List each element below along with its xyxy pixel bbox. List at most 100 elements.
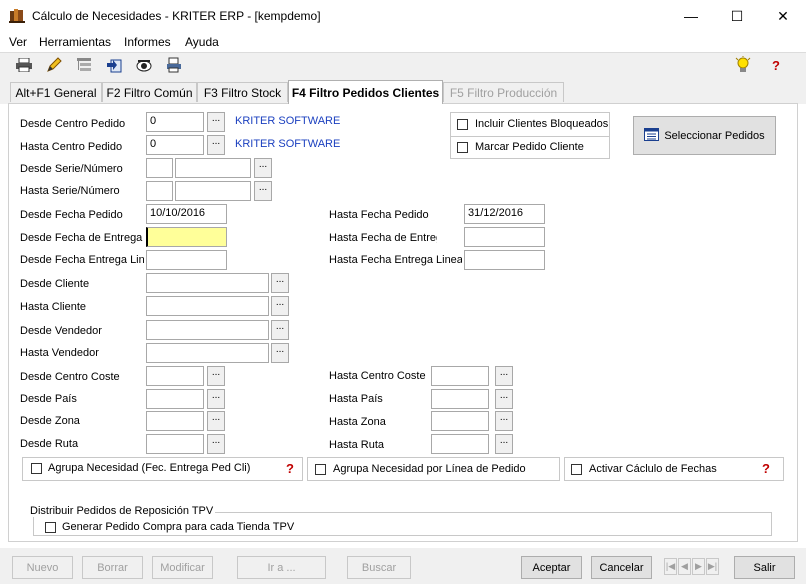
input-desde-fecha-pedido[interactable]: 10/10/2016 — [146, 204, 227, 224]
label-agrupa-linea: Agrupa Necesidad por Línea de Pedido — [333, 463, 526, 475]
view-icon[interactable] — [135, 56, 153, 74]
lookup-hasta-centro-coste[interactable]: ... — [495, 366, 513, 386]
tab-filtro-pedidos-clientes[interactable]: F4 Filtro Pedidos Clientes — [288, 80, 443, 104]
input-hasta-ruta[interactable] — [431, 434, 489, 454]
help-icon[interactable]: ? — [767, 56, 785, 74]
menu-herramientas[interactable]: Herramientas — [39, 35, 111, 49]
lookup-desde-vendedor[interactable]: ... — [271, 320, 289, 340]
label-desde-vendedor: Desde Vendedor — [20, 325, 102, 337]
help-icon-activar-calculo[interactable]: ? — [762, 461, 770, 476]
input-hasta-fecha-entrega[interactable] — [464, 227, 545, 247]
cancelar-button[interactable]: Cancelar — [591, 556, 652, 579]
lookup-hasta-zona[interactable]: ... — [495, 411, 513, 431]
options-divider — [450, 136, 610, 137]
nav-next-button[interactable]: ▶ — [692, 558, 705, 575]
checkbox-generar-pedido[interactable] — [45, 522, 56, 533]
input-hasta-serie[interactable] — [146, 181, 173, 201]
input-hasta-pais[interactable] — [431, 389, 489, 409]
buscar-button[interactable]: Buscar — [347, 556, 411, 579]
label-desde-fecha-entrega-linea: Desde Fecha Entrega Linea — [20, 254, 144, 266]
lookup-desde-ruta[interactable]: ... — [207, 434, 225, 454]
lightbulb-icon[interactable] — [734, 56, 752, 74]
label-hasta-vendedor: Hasta Vendedor — [20, 347, 99, 359]
help-icon-agrupa-fecha[interactable]: ? — [286, 461, 294, 476]
input-hasta-vendedor[interactable] — [146, 343, 269, 363]
menu-ayuda[interactable]: Ayuda — [185, 35, 219, 49]
salir-button[interactable]: Salir — [734, 556, 795, 579]
input-desde-centro-coste[interactable] — [146, 366, 204, 386]
lookup-hasta-centro-pedido[interactable]: ... — [207, 135, 225, 155]
label-incluir-bloqueados: Incluir Clientes Bloqueados — [475, 118, 609, 130]
export-icon[interactable] — [105, 56, 123, 74]
label-distribuir-pedidos: Distribuir Pedidos de Reposición TPV — [28, 505, 216, 517]
borrar-button[interactable]: Borrar — [82, 556, 143, 579]
label-hasta-centro-coste: Hasta Centro Coste — [329, 370, 426, 382]
pencil-icon[interactable] — [45, 56, 63, 74]
label-generar-pedido: Generar Pedido Compra para cada Tienda T… — [62, 521, 295, 533]
seleccionar-pedidos-button[interactable]: Seleccionar Pedidos — [633, 116, 776, 155]
label-hasta-fecha-entrega-linea: Hasta Fecha Entrega Linea — [329, 254, 462, 266]
maximize-button[interactable]: ☐ — [714, 0, 760, 32]
modificar-button[interactable]: Modificar — [152, 556, 213, 579]
lookup-hasta-vendedor[interactable]: ... — [271, 343, 289, 363]
nav-first-button[interactable]: |◀ — [664, 558, 677, 575]
minimize-button[interactable]: — — [668, 0, 714, 32]
input-desde-centro-pedido[interactable]: 0 — [146, 112, 204, 132]
seleccionar-pedidos-label: Seleccionar Pedidos — [664, 129, 765, 142]
ir-a-button[interactable]: Ir a ... — [237, 556, 326, 579]
tab-filtro-comun[interactable]: F2 Filtro Común — [102, 82, 197, 102]
app-icon — [9, 8, 25, 23]
input-desde-fecha-entrega-linea[interactable] — [146, 250, 227, 270]
input-desde-numero[interactable] — [175, 158, 251, 178]
lookup-hasta-cliente[interactable]: ... — [271, 296, 289, 316]
checkbox-incluir-bloqueados[interactable] — [457, 119, 468, 130]
label-agrupa-fecha: Agrupa Necesidad (Fec. Entrega Ped Cli) — [48, 462, 251, 474]
tab-general[interactable]: Alt+F1 General — [10, 82, 102, 102]
lookup-desde-centro-coste[interactable]: ... — [207, 366, 225, 386]
input-desde-fecha-entrega[interactable] — [146, 227, 227, 247]
preview-print-icon[interactable] — [165, 56, 183, 74]
nuevo-button[interactable]: Nuevo — [12, 556, 73, 579]
checkbox-marcar-pedido[interactable] — [457, 142, 468, 153]
input-desde-pais[interactable] — [146, 389, 204, 409]
input-desde-cliente[interactable] — [146, 273, 269, 293]
menu-informes[interactable]: Informes — [124, 35, 171, 49]
checkbox-agrupa-linea[interactable] — [315, 464, 326, 475]
input-hasta-cliente[interactable] — [146, 296, 269, 316]
print-icon[interactable] — [15, 56, 33, 74]
desc-desde-centro-pedido: KRITER SOFTWARE — [235, 115, 341, 127]
lookup-hasta-serie[interactable]: ... — [254, 181, 272, 201]
tab-filtro-stock[interactable]: F3 Filtro Stock — [197, 82, 288, 102]
checkbox-activar-calculo[interactable] — [571, 464, 582, 475]
input-desde-ruta[interactable] — [146, 434, 204, 454]
lookup-desde-centro-pedido[interactable]: ... — [207, 112, 225, 132]
tab-filtro-produccion[interactable]: F5 Filtro Producción — [443, 82, 564, 102]
window-title: Cálculo de Necesidades - KRITER ERP - [k… — [32, 9, 321, 23]
lookup-desde-pais[interactable]: ... — [207, 389, 225, 409]
nav-prev-button[interactable]: ◀ — [678, 558, 691, 575]
menu-bar — [0, 32, 806, 52]
input-hasta-fecha-pedido[interactable]: 31/12/2016 — [464, 204, 545, 224]
lookup-hasta-ruta[interactable]: ... — [495, 434, 513, 454]
input-hasta-centro-coste[interactable] — [431, 366, 489, 386]
lookup-hasta-pais[interactable]: ... — [495, 389, 513, 409]
input-hasta-numero[interactable] — [175, 181, 251, 201]
lookup-desde-cliente[interactable]: ... — [271, 273, 289, 293]
label-hasta-centro-pedido: Hasta Centro Pedido — [20, 141, 123, 153]
label-desde-ruta: Desde Ruta — [20, 438, 79, 450]
input-desde-serie[interactable] — [146, 158, 173, 178]
lookup-desde-zona[interactable]: ... — [207, 411, 225, 431]
tree-icon[interactable] — [75, 56, 93, 74]
input-hasta-centro-pedido[interactable]: 0 — [146, 135, 204, 155]
menu-ver[interactable]: Ver — [9, 35, 27, 49]
nav-last-button[interactable]: ▶| — [706, 558, 719, 575]
close-button[interactable]: ✕ — [760, 0, 806, 32]
input-hasta-fecha-entrega-linea[interactable] — [464, 250, 545, 270]
lookup-desde-serie[interactable]: ... — [254, 158, 272, 178]
input-desde-zona[interactable] — [146, 411, 204, 431]
input-desde-vendedor[interactable] — [146, 320, 269, 340]
aceptar-button[interactable]: Aceptar — [521, 556, 582, 579]
input-hasta-zona[interactable] — [431, 411, 489, 431]
label-desde-cliente: Desde Cliente — [20, 278, 90, 290]
checkbox-agrupa-fecha[interactable] — [31, 463, 42, 474]
